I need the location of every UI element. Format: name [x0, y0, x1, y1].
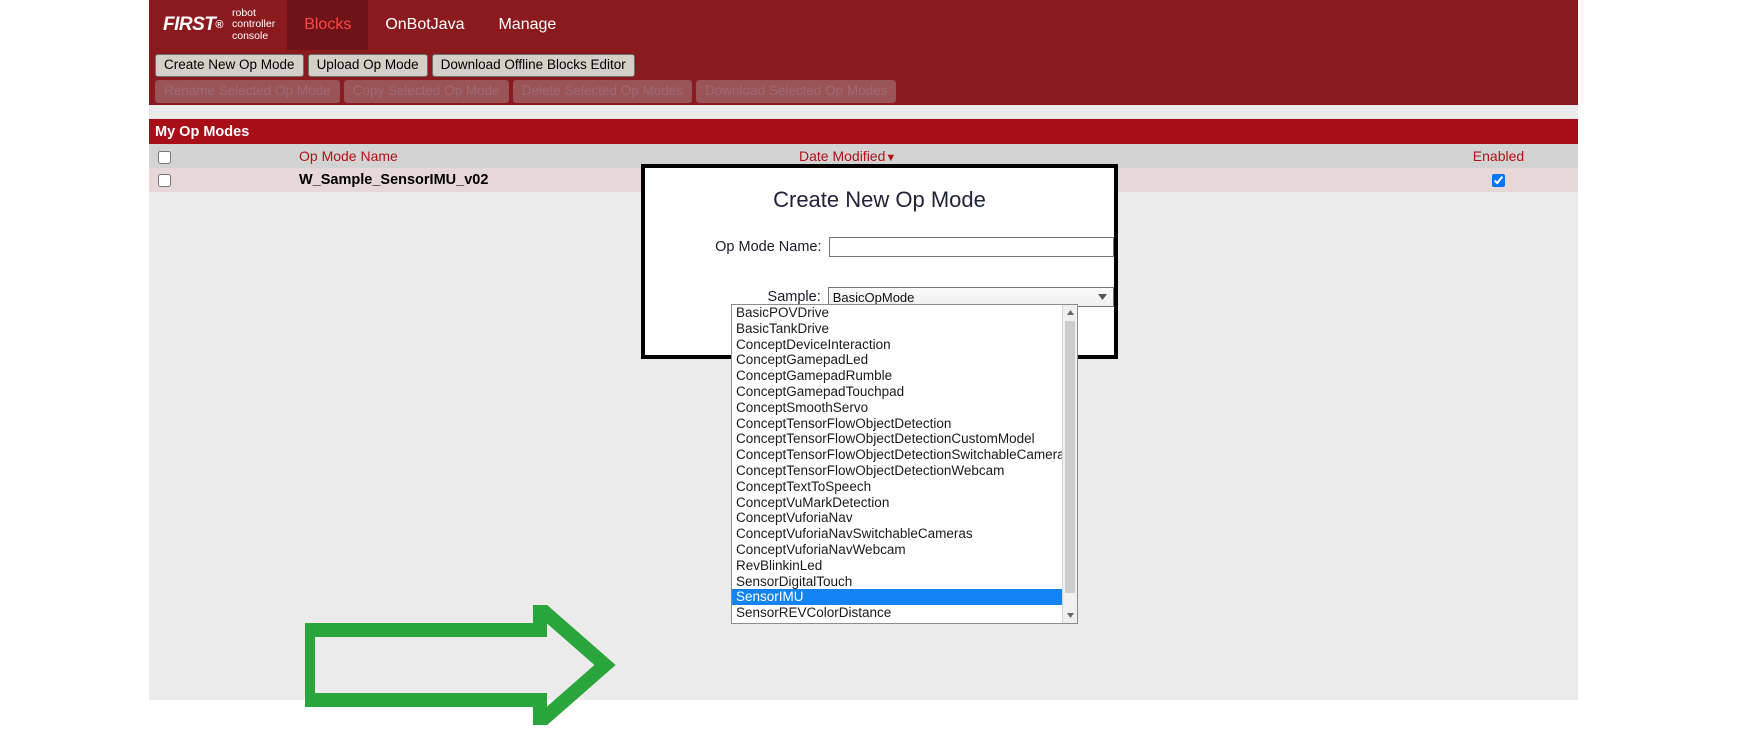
op-mode-toolbar: Create New Op Mode Upload Op Mode Downlo…: [149, 50, 1578, 105]
copy-selected-op-mode-button: Copy Selected Op Mode: [344, 80, 509, 103]
dropdown-option[interactable]: ConceptVuforiaNavWebcam: [732, 542, 1062, 558]
brand-subtitle-line2: controller: [232, 18, 275, 30]
brand-name-text: FIRST: [163, 14, 215, 35]
toolbar-row-secondary: Rename Selected Op Mode Copy Selected Op…: [152, 80, 1578, 103]
create-new-op-mode-button[interactable]: Create New Op Mode: [155, 54, 304, 77]
dropdown-option[interactable]: ConceptTensorFlowObjectDetectionCustomMo…: [732, 431, 1062, 447]
app-root: FIRST® robot controller console Blocks O…: [0, 0, 1754, 734]
first-wordmark: FIRST®: [163, 14, 223, 36]
dropdown-option[interactable]: RevBlinkinLed: [732, 558, 1062, 574]
op-mode-name-input[interactable]: [829, 237, 1114, 257]
column-header-date-modified-label: Date Modified: [799, 148, 885, 164]
upload-op-mode-button[interactable]: Upload Op Mode: [308, 54, 428, 77]
brand-subtitle-line1: robot: [232, 7, 256, 19]
row-select-checkbox[interactable]: [158, 174, 171, 187]
nav-item-manage[interactable]: Manage: [481, 0, 573, 50]
sample-select-value: BasicOpMode: [833, 290, 915, 305]
download-selected-op-modes-button: Download Selected Op Modes: [696, 80, 896, 103]
sample-dropdown-list[interactable]: BasicPOVDriveBasicTankDriveConceptDevice…: [731, 304, 1078, 624]
row-enabled-cell: [1419, 168, 1578, 192]
select-all-checkbox[interactable]: [158, 151, 171, 164]
dropdown-option[interactable]: BasicPOVDrive: [732, 305, 1062, 321]
dropdown-option[interactable]: ConceptGamepadTouchpad: [732, 384, 1062, 400]
dropdown-scrollbar[interactable]: [1062, 305, 1077, 623]
bottom-strip: [0, 700, 1754, 734]
top-navbar: FIRST® robot controller console Blocks O…: [149, 0, 1578, 50]
dropdown-option[interactable]: SensorIMU: [732, 589, 1062, 605]
dropdown-option[interactable]: ConceptTensorFlowObjectDetectionSwitchab…: [732, 447, 1062, 463]
row-enabled-checkbox[interactable]: [1492, 174, 1505, 187]
dropdown-option[interactable]: SensorREVColorDistance: [732, 605, 1062, 621]
op-mode-name-label: Op Mode Name:: [658, 239, 829, 255]
dropdown-option[interactable]: ConceptSmoothServo: [732, 400, 1062, 416]
brand-logo[interactable]: FIRST® robot controller console: [149, 0, 287, 50]
dropdown-option[interactable]: ConceptTensorFlowObjectDetection: [732, 416, 1062, 432]
registered-mark-icon: ®: [215, 19, 223, 31]
select-all-header: [149, 144, 299, 168]
dropdown-option[interactable]: ConceptGamepadLed: [732, 352, 1062, 368]
dropdown-option[interactable]: ConceptVuMarkDetection: [732, 495, 1062, 511]
dropdown-option[interactable]: ConceptTextToSpeech: [732, 479, 1062, 495]
dropdown-options: BasicPOVDriveBasicTankDriveConceptDevice…: [732, 305, 1062, 623]
sort-descending-icon: ▼: [885, 152, 896, 164]
brand-subtitle-line3: console: [232, 30, 268, 42]
right-gutter: [1578, 0, 1754, 700]
row-select-cell: [149, 168, 299, 192]
download-offline-blocks-editor-button[interactable]: Download Offline Blocks Editor: [432, 54, 635, 77]
dropdown-option[interactable]: ConceptVuforiaNav: [732, 510, 1062, 526]
scrollbar-thumb[interactable]: [1065, 321, 1075, 593]
section-header-my-op-modes: My Op Modes: [149, 119, 1578, 144]
dropdown-option[interactable]: ConceptDeviceInteraction: [732, 337, 1062, 353]
nav-item-blocks[interactable]: Blocks: [287, 0, 368, 50]
scroll-up-arrow-icon[interactable]: [1063, 305, 1078, 320]
dropdown-option[interactable]: ConceptTensorFlowObjectDetectionWebcam: [732, 463, 1062, 479]
chevron-down-icon: [1094, 288, 1110, 306]
delete-selected-op-modes-button: Delete Selected Op Modes: [513, 80, 692, 103]
nav-item-onbotjava[interactable]: OnBotJava: [368, 0, 481, 50]
sample-label: Sample:: [658, 289, 828, 305]
left-gutter: [0, 0, 149, 700]
column-header-enabled[interactable]: Enabled: [1419, 144, 1578, 168]
dropdown-option[interactable]: ConceptGamepadRumble: [732, 368, 1062, 384]
dialog-title: Create New Op Mode: [645, 187, 1114, 213]
rename-selected-op-mode-button: Rename Selected Op Mode: [155, 80, 340, 103]
brand-subtitle: robot controller console: [232, 8, 275, 43]
dropdown-option[interactable]: ConceptVuforiaNavSwitchableCameras: [732, 526, 1062, 542]
dropdown-option[interactable]: SensorDigitalTouch: [732, 574, 1062, 590]
toolbar-row-primary: Create New Op Mode Upload Op Mode Downlo…: [152, 54, 1578, 77]
scroll-down-arrow-icon[interactable]: [1063, 608, 1078, 623]
dropdown-option[interactable]: BasicTankDrive: [732, 321, 1062, 337]
op-mode-name-field-row: Op Mode Name:: [645, 237, 1114, 257]
